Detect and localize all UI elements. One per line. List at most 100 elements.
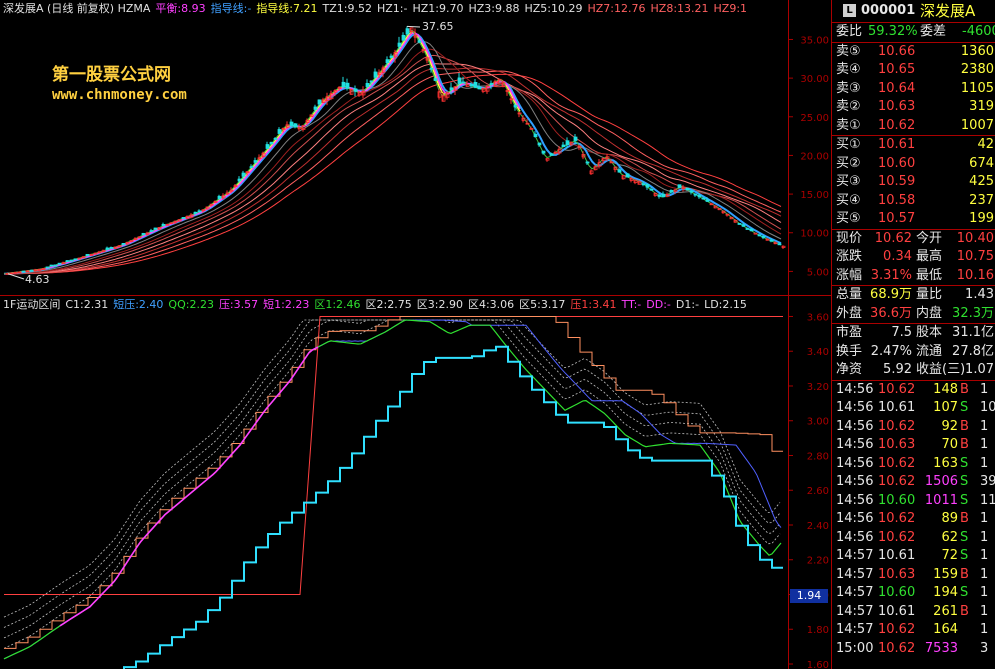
tick-price: 10.61: [878, 548, 916, 563]
candle-body: [549, 153, 554, 156]
candle-body: [57, 262, 62, 265]
candle-body: [253, 160, 258, 163]
price-tick-label: 20.00: [800, 151, 829, 162]
legend-item: DD:-: [646, 298, 671, 311]
candle-body: [269, 141, 274, 145]
candle-body: [161, 223, 166, 227]
stat-label: 换手: [836, 343, 863, 359]
candle-body: [561, 144, 566, 148]
candle-body: [641, 183, 646, 186]
order-row: 买③ 10.59 425: [832, 173, 995, 192]
candle-body: [345, 82, 350, 89]
legend-item: 指导线:7.21: [256, 2, 318, 15]
candle-body: [353, 88, 358, 92]
indicator-tick-label: 3.60: [807, 312, 829, 323]
stat-row: 涨幅 3.31% 最低 10.16: [832, 267, 995, 286]
stat-label: 量比: [916, 287, 943, 302]
stat-value: 1.07: [965, 362, 994, 377]
tick-time: 14:57: [836, 585, 874, 600]
tick-side: S: [960, 585, 969, 600]
candle-body: [697, 194, 702, 198]
candle-body: [565, 140, 570, 146]
candle-body: [769, 239, 774, 242]
tick-price: 10.62: [878, 529, 916, 545]
tick-side: S: [960, 548, 969, 563]
market-icon: L: [843, 4, 856, 17]
tick-side: S: [960, 492, 969, 508]
candle-body: [401, 34, 406, 41]
candle-body: [489, 83, 494, 85]
legend-item: D1:-: [675, 298, 700, 311]
order-volume: 199: [969, 211, 994, 226]
candle-body: [69, 259, 74, 262]
candle-body: [73, 258, 78, 261]
buy-orders: 买① 10.61 42 买② 10.60 674 买③ 10.59 425 买④ 10.58 237 买…: [832, 135, 995, 229]
stat-value: 3.31%: [870, 267, 912, 283]
tick-row: 14:57 10.63 159 B 1: [832, 566, 995, 585]
legend-item: 指导线:-: [210, 2, 252, 15]
tick-side: B: [960, 511, 969, 526]
tick-volume: 148: [933, 381, 958, 397]
candle-body: [21, 270, 26, 273]
order-label: 买③: [836, 174, 861, 189]
candle-body: [625, 173, 630, 178]
tick-time: 14:57: [836, 622, 874, 637]
candle-body: [385, 59, 390, 64]
tick-time: 14:56: [836, 400, 874, 415]
short-pressure-blue: [3, 319, 782, 660]
tick-time: 14:57: [836, 548, 874, 563]
legend-item: 压:3.57: [218, 298, 259, 311]
tick-count: 1: [980, 622, 989, 637]
tick-volume: 89: [941, 511, 958, 526]
order-row: 卖① 10.62 1007: [832, 117, 995, 136]
candle-body: [649, 188, 654, 191]
stat-row: 换手 2.47% 流通 27.8亿: [832, 343, 995, 362]
tick-time: 14:56: [836, 437, 874, 452]
candle-body: [741, 224, 746, 227]
candle-body: [701, 197, 706, 200]
order-label: 卖①: [836, 117, 861, 133]
stat-label: 收益(三): [916, 362, 966, 377]
tick-price: 10.60: [878, 492, 916, 508]
candle-body: [45, 266, 50, 269]
stat-value: 0.34: [883, 249, 912, 264]
diff-value: -4600: [962, 24, 995, 39]
indicator-tick-label: 2.60: [807, 486, 829, 497]
tick-volume: 70: [941, 437, 958, 452]
order-label: 卖③: [836, 80, 861, 96]
stat-row: 现价 10.62 今开 10.40: [832, 230, 995, 249]
tick-row: 14:56 10.60 1011 S 11: [832, 492, 995, 511]
tick-time: 15:00: [836, 640, 874, 656]
order-volume: 237: [969, 192, 994, 208]
legend-item: 区2:2.75: [365, 298, 412, 311]
stat-value: 7.5: [891, 325, 912, 340]
tick-time: 14:57: [836, 603, 874, 619]
stock-code: 000001: [861, 3, 916, 18]
tick-row: 14:56 10.63 70 B 1: [832, 436, 995, 455]
order-label: 买②: [836, 155, 861, 171]
candle-body: [617, 169, 622, 173]
order-price: 10.57: [878, 211, 916, 226]
chart-area[interactable]: 35.00 30.00 25.00 20.00 15.00 10.00 5.00 3.60 3.…: [0, 0, 831, 669]
stat-value: 5.92: [883, 362, 912, 377]
indicator-tick-label: 2.40: [807, 521, 829, 532]
tick-list[interactable]: 14:56 10.62 148 B 1 14:56 10.61 107 S 10 14:56 10.6…: [832, 379, 995, 659]
last-value-tag: 1.94: [790, 589, 828, 603]
tick-volume: 261: [933, 603, 958, 619]
price-tick-label: 15.00: [800, 190, 829, 201]
stat-value: 10.16: [956, 267, 994, 283]
candle-body: [645, 183, 650, 188]
tick-row: 14:56 10.62 89 B 1: [832, 510, 995, 529]
stat-row: 涨跌 0.34 最高 10.75: [832, 248, 995, 267]
indicator-tick-label: 3.20: [807, 382, 829, 393]
diff-label: 委差: [920, 24, 947, 39]
stock-name: 深发展A: [920, 2, 976, 20]
order-volume: 1105: [960, 80, 994, 96]
stat-label: 内盘: [916, 305, 943, 321]
candle-body: [777, 243, 782, 246]
tick-row: 14:57 10.61 261 B 1: [832, 603, 995, 622]
order-row: 买② 10.60 674: [832, 155, 995, 174]
order-ratio-row: 委比 59.32% 委差 -4600: [832, 22, 995, 42]
tick-volume: 194: [933, 585, 958, 600]
tick-price: 10.62: [878, 381, 916, 397]
